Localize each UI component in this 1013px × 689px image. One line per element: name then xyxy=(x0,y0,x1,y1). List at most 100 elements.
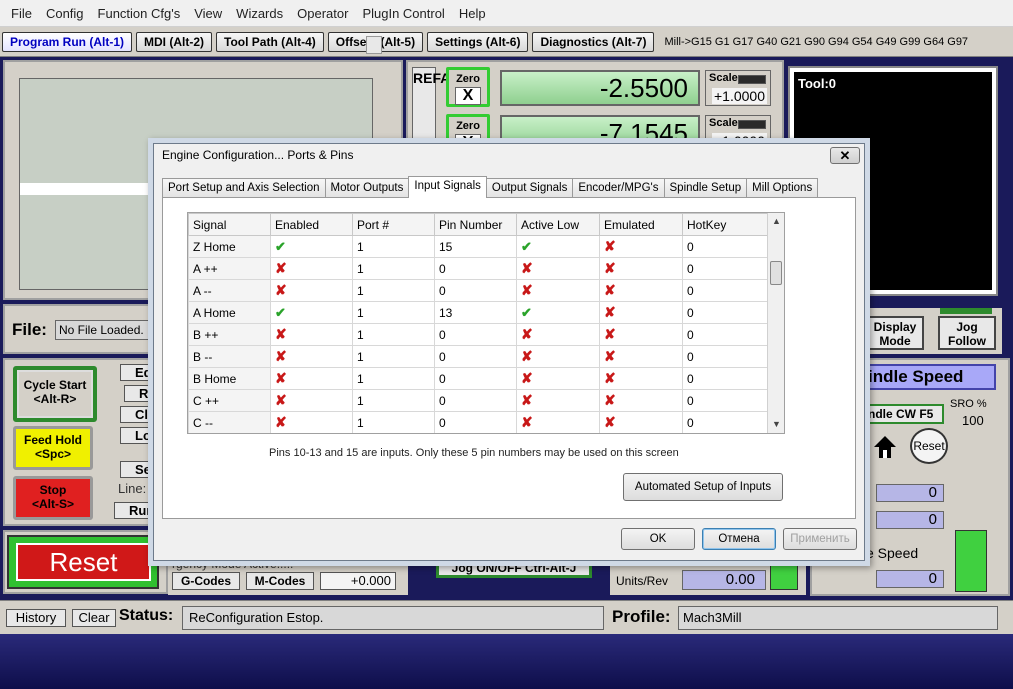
cancel-button[interactable]: Отмена xyxy=(702,528,776,550)
spindle-reset-button[interactable]: Reset xyxy=(910,428,948,464)
tab-tool-path[interactable]: Tool Path (Alt-4) xyxy=(216,31,324,52)
cell-active-low[interactable]: ✔ xyxy=(516,235,600,258)
tab-output-signals[interactable]: Output Signals xyxy=(485,178,574,198)
cell-enabled[interactable]: ✘ xyxy=(270,367,353,390)
tab-port-setup[interactable]: Port Setup and Axis Selection xyxy=(162,178,326,198)
cell-active-low[interactable]: ✘ xyxy=(516,389,600,412)
cell-pin-number[interactable]: 0 xyxy=(434,257,517,280)
tab-mdi[interactable]: MDI (Alt-2) xyxy=(136,31,212,52)
red-cross-icon[interactable]: ✘ xyxy=(604,348,616,364)
tab-settings[interactable]: Settings (Alt-6) xyxy=(427,31,529,52)
red-cross-icon[interactable]: ✘ xyxy=(604,304,616,320)
menu-operator[interactable]: Operator xyxy=(290,0,355,27)
ref-all-home-button[interactable]: REFA xyxy=(412,67,450,145)
cell-signal[interactable]: C -- xyxy=(188,411,271,433)
cell-emulated[interactable]: ✘ xyxy=(599,389,683,412)
green-check-icon[interactable]: ✔ xyxy=(521,239,532,254)
z-inhibit-value[interactable]: +0.000 xyxy=(320,572,396,590)
green-check-icon[interactable]: ✔ xyxy=(275,305,286,320)
grid-scrollbar[interactable]: ▲ ▼ xyxy=(767,213,784,433)
green-check-icon[interactable]: ✔ xyxy=(275,239,286,254)
close-icon[interactable]: ✕ xyxy=(830,147,860,164)
green-check-icon[interactable]: ✔ xyxy=(521,305,532,320)
tab-diagnostics[interactable]: Diagnostics (Alt-7) xyxy=(532,31,655,52)
menu-function-cfgs[interactable]: Function Cfg's xyxy=(91,0,188,27)
gcode-scrollbar[interactable] xyxy=(366,36,382,54)
cell-port[interactable]: 1 xyxy=(352,411,435,433)
apply-button[interactable]: Применить xyxy=(783,528,857,550)
cell-pin-number[interactable]: 13 xyxy=(434,301,517,324)
cell-emulated[interactable]: ✘ xyxy=(599,279,683,302)
cell-active-low[interactable]: ✘ xyxy=(516,257,600,280)
tab-motor-outputs[interactable]: Motor Outputs xyxy=(324,178,410,198)
cell-port[interactable]: 1 xyxy=(352,279,435,302)
clear-button[interactable]: Clear xyxy=(72,609,116,627)
cell-port[interactable]: 1 xyxy=(352,367,435,390)
scale-x-value[interactable]: +1.0000 xyxy=(712,88,767,104)
red-cross-icon[interactable]: ✘ xyxy=(275,392,287,408)
red-cross-icon[interactable]: ✘ xyxy=(604,238,616,254)
cell-port[interactable]: 1 xyxy=(352,257,435,280)
cell-port[interactable]: 1 xyxy=(352,323,435,346)
cell-hotkey[interactable]: 0 xyxy=(682,389,769,412)
cell-enabled[interactable]: ✘ xyxy=(270,389,353,412)
cell-pin-number[interactable]: 0 xyxy=(434,345,517,368)
red-cross-icon[interactable]: ✘ xyxy=(275,326,287,342)
cycle-start-button[interactable]: Cycle Start <Alt-R> xyxy=(13,366,97,422)
menu-plugin-control[interactable]: PlugIn Control xyxy=(355,0,451,27)
red-cross-icon[interactable]: ✘ xyxy=(521,414,533,430)
cell-enabled[interactable]: ✘ xyxy=(270,323,353,346)
red-cross-icon[interactable]: ✘ xyxy=(521,392,533,408)
gcodes-button[interactable]: G-Codes xyxy=(172,572,240,590)
cell-pin-number[interactable]: 15 xyxy=(434,235,517,258)
cell-active-low[interactable]: ✘ xyxy=(516,279,600,302)
cell-signal[interactable]: B ++ xyxy=(188,323,271,346)
tab-encoder-mpgs[interactable]: Encoder/MPG's xyxy=(572,178,665,198)
cell-emulated[interactable]: ✘ xyxy=(599,367,683,390)
cell-pin-number[interactable]: 0 xyxy=(434,279,517,302)
cell-pin-number[interactable]: 0 xyxy=(434,367,517,390)
cell-pin-number[interactable]: 0 xyxy=(434,323,517,346)
cell-enabled[interactable]: ✘ xyxy=(270,257,353,280)
red-cross-icon[interactable]: ✘ xyxy=(521,370,533,386)
mcodes-button[interactable]: M-Codes xyxy=(246,572,314,590)
cell-emulated[interactable]: ✘ xyxy=(599,301,683,324)
display-mode-button[interactable]: Display Mode xyxy=(866,316,924,350)
cell-hotkey[interactable]: 0 xyxy=(682,345,769,368)
cell-active-low[interactable]: ✘ xyxy=(516,411,600,433)
zero-x-button[interactable]: Zero X xyxy=(446,67,490,107)
cell-hotkey[interactable]: 0 xyxy=(682,235,769,258)
menu-view[interactable]: View xyxy=(187,0,229,27)
red-cross-icon[interactable]: ✘ xyxy=(604,414,616,430)
spindle-cw-button[interactable]: ndle CW F5 xyxy=(866,404,944,424)
cell-emulated[interactable]: ✘ xyxy=(599,345,683,368)
stop-button[interactable]: Stop <Alt-S> xyxy=(13,476,93,520)
scroll-thumb[interactable] xyxy=(770,261,782,285)
tab-mill-options[interactable]: Mill Options xyxy=(746,178,819,198)
red-cross-icon[interactable]: ✘ xyxy=(521,348,533,364)
red-cross-icon[interactable]: ✘ xyxy=(275,282,287,298)
red-cross-icon[interactable]: ✘ xyxy=(604,326,616,342)
cell-signal[interactable]: B Home xyxy=(188,367,271,390)
cell-port[interactable]: 1 xyxy=(352,389,435,412)
cell-hotkey[interactable]: 0 xyxy=(682,323,769,346)
menu-wizards[interactable]: Wizards xyxy=(229,0,290,27)
red-cross-icon[interactable]: ✘ xyxy=(521,260,533,276)
red-cross-icon[interactable]: ✘ xyxy=(275,260,287,276)
cell-pin-number[interactable]: 0 xyxy=(434,411,517,433)
cell-port[interactable]: 1 xyxy=(352,301,435,324)
cell-emulated[interactable]: ✘ xyxy=(599,411,683,433)
cell-pin-number[interactable]: 0 xyxy=(434,389,517,412)
cell-enabled[interactable]: ✘ xyxy=(270,411,353,433)
cell-signal[interactable]: A Home xyxy=(188,301,271,324)
home-icon[interactable] xyxy=(872,434,898,460)
jog-follow-button[interactable]: Jog Follow xyxy=(938,316,996,350)
red-cross-icon[interactable]: ✘ xyxy=(521,326,533,342)
cell-hotkey[interactable]: 0 xyxy=(682,257,769,280)
cell-signal[interactable]: B -- xyxy=(188,345,271,368)
history-button[interactable]: History xyxy=(6,609,66,627)
cell-hotkey[interactable]: 0 xyxy=(682,411,769,433)
red-cross-icon[interactable]: ✘ xyxy=(604,392,616,408)
cell-enabled[interactable]: ✘ xyxy=(270,279,353,302)
cell-emulated[interactable]: ✘ xyxy=(599,323,683,346)
